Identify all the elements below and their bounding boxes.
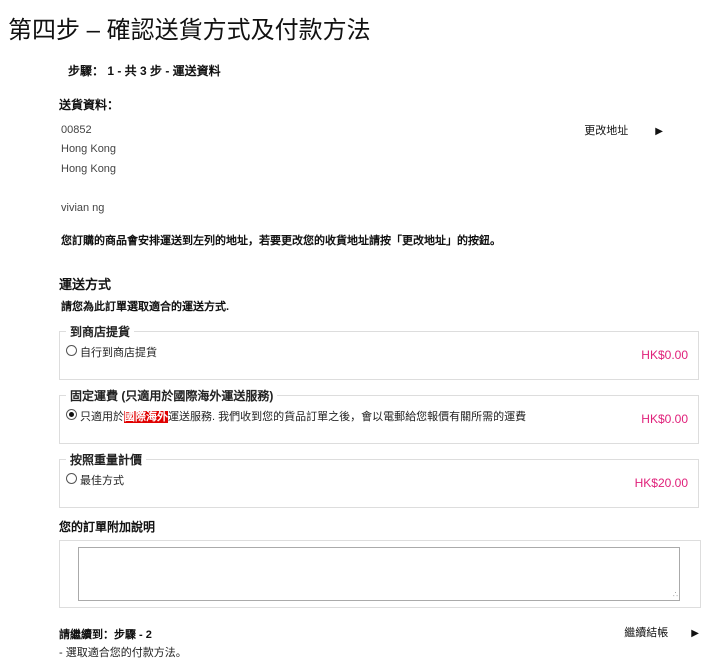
option-label: 只適用於國際海外運送服務. 我們收到您的貨品訂單之後，會以電郵給您報價有關所需的… xyxy=(80,408,526,424)
option-label: 自行到商店提貨 xyxy=(80,347,157,359)
shipping-method-title: 運送方式 xyxy=(59,277,112,292)
shipping-method-desc: 請您為此訂單選取適合的運送方式. xyxy=(61,301,230,313)
continue-checkout-label: 繼續結帳 xyxy=(624,627,669,639)
option-price: HK$20.00 xyxy=(634,476,688,490)
option-legend: 固定運費 (只適用於國際海外運送服務) xyxy=(70,389,274,403)
option-price: HK$0.00 xyxy=(641,412,688,426)
order-notes-input[interactable] xyxy=(78,547,680,601)
change-address-button[interactable]: 更改地址 ▶ xyxy=(584,122,663,138)
page-title: 第四步 – 確認送貨方式及付款方法 xyxy=(8,17,371,44)
option-legend: 按照重量計價 xyxy=(70,453,143,467)
address-line-3: Hong Kong xyxy=(61,163,117,175)
triangle-right-icon: ▶ xyxy=(691,628,699,639)
by-weight-radio[interactable] xyxy=(66,473,77,484)
triangle-right-icon: ▶ xyxy=(655,126,663,137)
store-pickup-radio[interactable] xyxy=(66,345,77,356)
option-legend: 到商店提貨 xyxy=(70,325,131,339)
address-line-2: Hong Kong xyxy=(61,143,117,155)
change-address-label: 更改地址 xyxy=(584,125,629,137)
option-label-pre: 只適用於 xyxy=(80,411,124,423)
address-line-1: 00852 xyxy=(61,124,92,136)
continue-step-label: 請繼續到：步驟 - 2 xyxy=(59,629,152,641)
shipping-option-by-weight: 按照重量計價 最佳方式 HK$20.00 xyxy=(59,451,699,508)
option-label-post: 運送服務. 我們收到您的貨品訂單之後，會以電郵給您報價有關所需的運費 xyxy=(168,411,527,423)
option-label-highlight: 國際海外 xyxy=(124,411,168,423)
continue-step-sub: - 選取適合您的付款方法。 xyxy=(59,647,187,659)
shipping-option-store-pickup: 到商店提貨 自行到商店提貨 HK$0.00 xyxy=(59,323,699,380)
delivery-notice: 您訂購的商品會安排運送到左列的地址，若要更改您的收貨地址請按「更改地址」的按鈕。 xyxy=(61,235,501,247)
option-label: 最佳方式 xyxy=(80,475,124,487)
order-notes-container: ∴ xyxy=(59,540,701,608)
step-indicator: 步驟： 1 - 共 3 步 - 運送資料 xyxy=(68,64,221,78)
option-price: HK$0.00 xyxy=(641,348,688,362)
recipient-name: vivian ng xyxy=(61,202,105,214)
continue-checkout-button[interactable]: 繼續結帳 ▶ xyxy=(624,624,699,640)
shipping-option-fixed-rate: 固定運費 (只適用於國際海外運送服務) 只適用於國際海外運送服務. 我們收到您的… xyxy=(59,387,699,444)
resize-grip-icon[interactable]: ∴ xyxy=(673,590,678,599)
order-notes-title: 您的訂單附加說明 xyxy=(59,520,156,534)
delivery-section-label: 送貨資料： xyxy=(59,98,120,112)
fixed-rate-radio[interactable] xyxy=(66,409,77,420)
